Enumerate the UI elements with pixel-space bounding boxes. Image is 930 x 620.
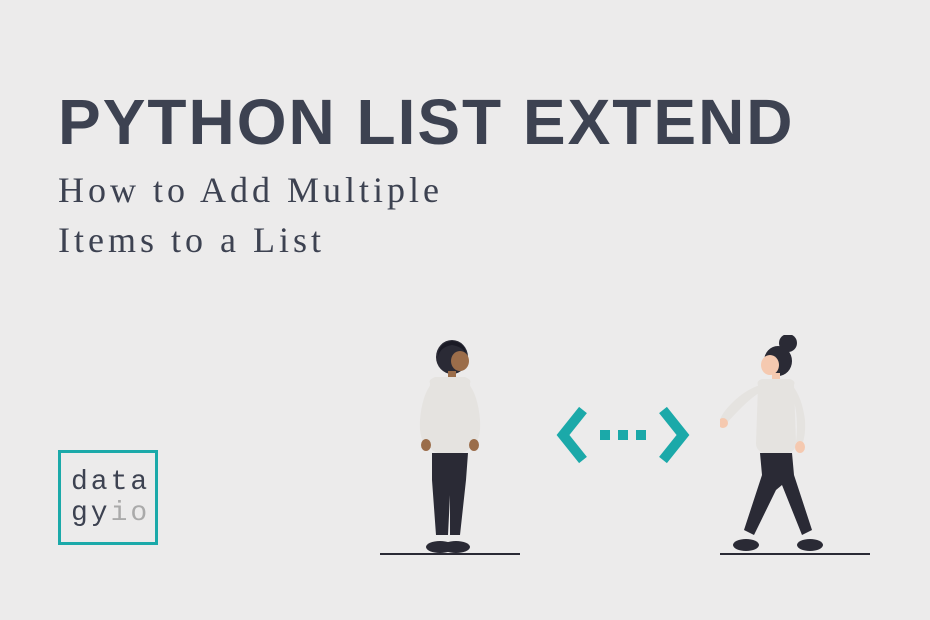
logo-text-line1: data: [71, 467, 155, 498]
dot-icon: [618, 430, 628, 440]
datagy-logo: data gyio: [58, 450, 158, 545]
person-left-illustration: [400, 335, 500, 555]
distance-arrows: [555, 405, 691, 465]
chevron-left-icon: [555, 405, 590, 465]
person-right-illustration: [720, 335, 840, 555]
logo-text-line2: gyio: [71, 498, 155, 529]
illustration-container: [360, 310, 880, 590]
chevron-right-icon: [656, 405, 691, 465]
page-title: PYTHON LIST EXTEND: [58, 85, 795, 159]
distance-dots: [600, 430, 646, 440]
dot-icon: [600, 430, 610, 440]
dot-icon: [636, 430, 646, 440]
page-subtitle: How to Add MultipleItems to a List: [58, 165, 443, 266]
